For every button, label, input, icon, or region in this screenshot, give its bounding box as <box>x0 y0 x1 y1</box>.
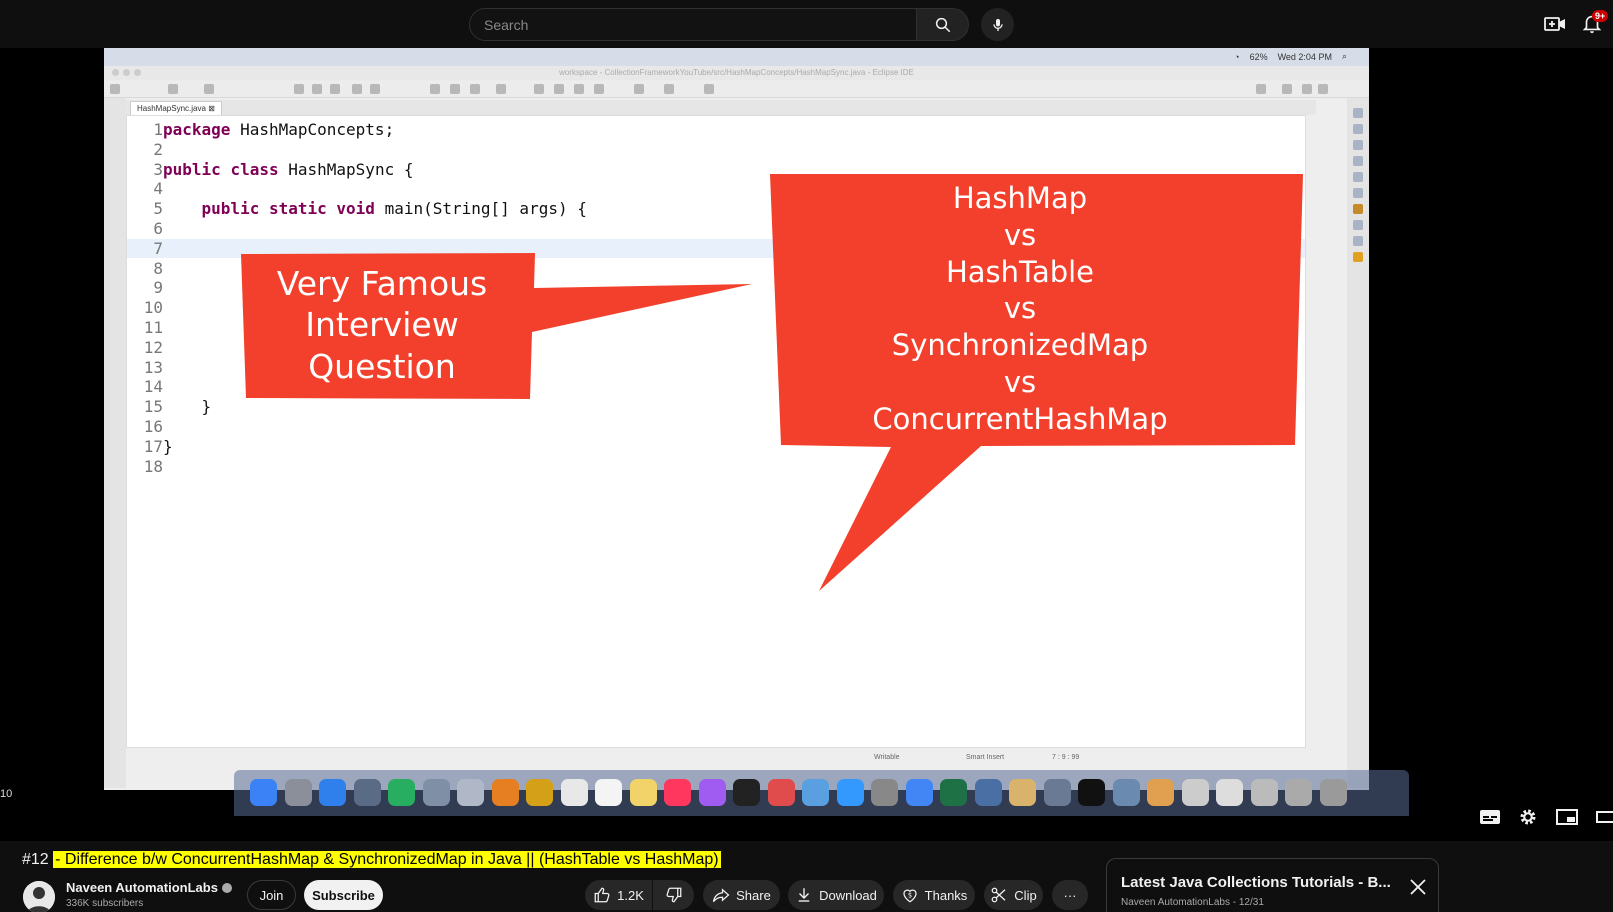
verified-icon <box>221 883 232 893</box>
create-button[interactable] <box>1543 12 1567 36</box>
dock-app-icon <box>560 779 588 806</box>
share-icon <box>713 888 730 903</box>
video-frame: ◔ 62% Wed 2:04 PM ⌕ workspace - Collecti… <box>104 48 1409 816</box>
subscriber-count: 336K subscribers <box>66 898 144 909</box>
search-input[interactable] <box>470 9 916 40</box>
notification-badge: 9+ <box>1592 10 1609 22</box>
playlist-panel[interactable]: Latest Java Collections Tutorials - B...… <box>1106 858 1439 912</box>
dock-app-icon <box>1285 779 1312 806</box>
dock-app-icon <box>1078 779 1105 806</box>
dock-app-icon <box>974 779 1002 806</box>
search-button[interactable] <box>917 8 969 41</box>
thumbs-up-icon <box>594 887 610 903</box>
search-box[interactable] <box>469 8 917 41</box>
dock-app-icon <box>526 779 553 806</box>
video-title: #12 - Difference b/w ConcurrentHashMap &… <box>22 851 721 868</box>
close-icon <box>1410 879 1426 895</box>
time-display: 10 <box>0 788 13 800</box>
top-bar: 9+ <box>0 0 1613 48</box>
subtitles-icon <box>1480 810 1500 824</box>
dock-app-icon <box>422 779 450 806</box>
more-icon: ··· <box>1063 887 1077 903</box>
join-button[interactable]: Join <box>247 880 296 910</box>
miniplayer-icon <box>1556 809 1578 825</box>
dock-app-icon <box>284 779 312 806</box>
download-button[interactable]: Download <box>788 880 884 910</box>
theater-icon <box>1596 811 1613 823</box>
dock-app-icon <box>664 779 691 806</box>
dock-app-icon <box>1112 779 1140 806</box>
dock-app-icon <box>940 779 967 806</box>
dock-app-icon <box>1147 779 1174 806</box>
heart-dollar-icon: $ <box>903 889 917 903</box>
video-plus-icon <box>1544 17 1565 31</box>
callout-left-text: Very Famous Interview Question <box>276 264 488 386</box>
dock-app-icon <box>871 779 898 806</box>
dislike-button[interactable] <box>653 880 694 910</box>
dock-app-icon <box>698 779 726 806</box>
dock-app-icon <box>1181 779 1209 806</box>
thumbs-down-icon <box>666 887 681 903</box>
dock-app-icon <box>1009 779 1036 806</box>
dock-app-icon <box>836 779 864 806</box>
dock-app-icon <box>1319 779 1347 806</box>
theater-button[interactable] <box>1596 808 1613 826</box>
thanks-button[interactable]: $ Thanks <box>893 880 975 910</box>
scissors-icon <box>991 887 1006 903</box>
miniplayer-button[interactable] <box>1556 808 1578 826</box>
channel-name[interactable]: Naveen AutomationLabs <box>66 880 232 895</box>
close-button[interactable] <box>1408 877 1428 897</box>
gear-icon <box>1520 809 1536 825</box>
microphone-icon <box>992 18 1003 31</box>
dock-app-icon <box>1043 779 1071 806</box>
settings-button[interactable] <box>1518 807 1540 825</box>
dock-app-icon <box>457 779 484 806</box>
dock-app-icon <box>629 779 657 806</box>
dock-app-icon <box>319 779 346 806</box>
share-button[interactable]: Share <box>703 880 780 910</box>
download-icon <box>798 888 810 902</box>
dock-app-icon <box>1216 779 1243 806</box>
dock-app-icon <box>353 779 381 806</box>
dock-app-icon <box>1250 779 1278 806</box>
dock-app-icon <box>905 779 933 806</box>
subscribe-button[interactable]: Subscribe <box>304 880 383 910</box>
like-count: 1.2K <box>617 887 644 903</box>
callout-right-text: HashMap vs HashTable vs SynchronizedMap … <box>872 181 1168 436</box>
dock-app-icon <box>250 779 277 806</box>
subtitles-button[interactable] <box>1479 808 1501 826</box>
svg-text:$: $ <box>908 891 912 899</box>
playlist-title: Latest Java Collections Tutorials - B... <box>1121 874 1391 891</box>
playlist-subtitle: Naveen AutomationLabs - 12/31 <box>1121 897 1264 908</box>
dock-app-icon <box>595 779 622 806</box>
clip-button[interactable]: Clip <box>984 880 1043 910</box>
dock-app-icon <box>491 779 519 806</box>
voice-search-button[interactable] <box>981 8 1014 41</box>
search-icon <box>935 17 950 32</box>
mac-dock <box>234 770 1409 816</box>
more-actions-button[interactable]: ··· <box>1052 880 1088 910</box>
dock-app-icon <box>388 779 415 806</box>
video-player[interactable]: ◔ 62% Wed 2:04 PM ⌕ workspace - Collecti… <box>0 48 1613 841</box>
dock-app-icon <box>733 779 760 806</box>
avatar[interactable] <box>23 881 55 912</box>
dock-app-icon <box>767 779 795 806</box>
like-button[interactable]: 1.2K <box>585 880 652 910</box>
dock-app-icon <box>802 779 829 806</box>
video-title-highlight: - Difference b/w ConcurrentHashMap & Syn… <box>53 851 721 868</box>
